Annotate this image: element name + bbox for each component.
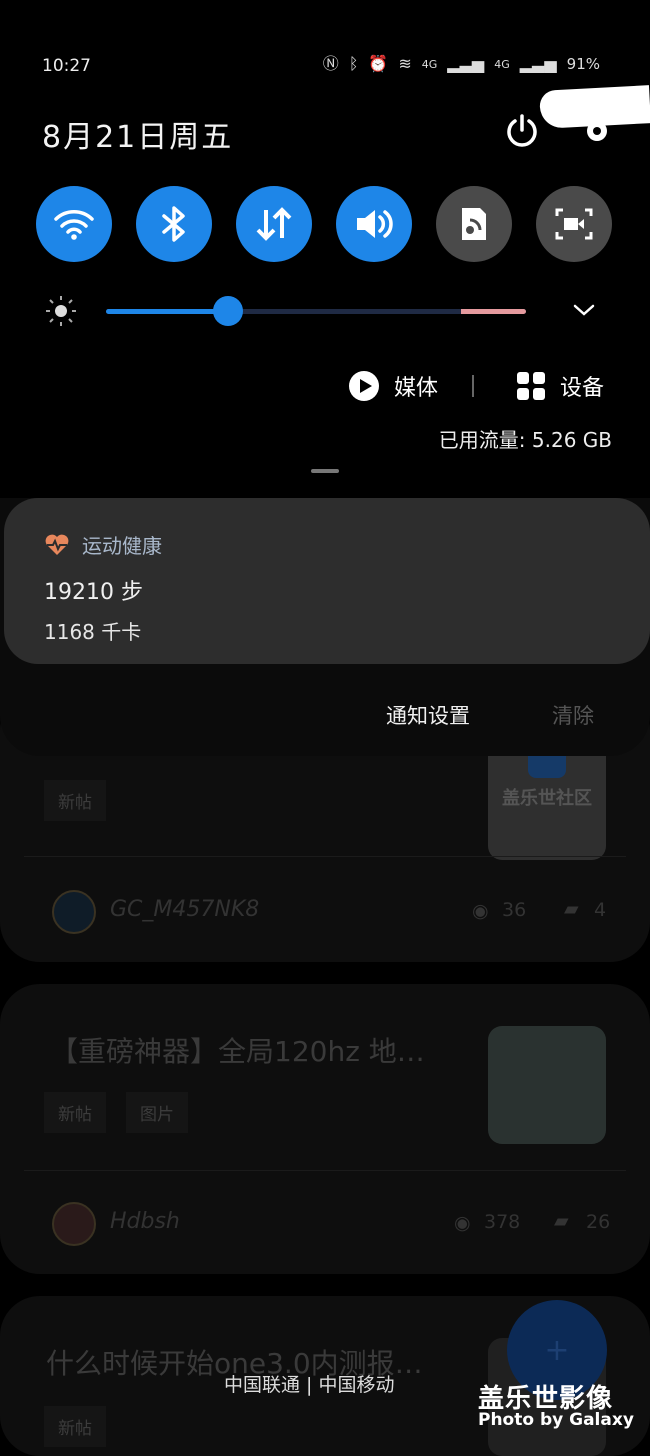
comments-icon: ▰ xyxy=(564,898,579,920)
comments-count: 26 xyxy=(586,1211,611,1233)
grid-icon xyxy=(517,372,545,400)
devices-button[interactable]: 设备 xyxy=(516,370,604,402)
tag-new-post: 新帖 xyxy=(44,1092,106,1133)
alarm-icon: ⏰ xyxy=(368,54,389,73)
divider xyxy=(24,1170,626,1171)
status-icons: Ⓝ ᛒ ⏰ ≋ 4G ▂▃▅ 4G ▂▃▅ 91% xyxy=(322,54,600,74)
play-circle-icon xyxy=(349,371,379,401)
panel-drag-handle[interactable] xyxy=(311,469,339,473)
redaction-mark xyxy=(539,85,650,129)
mobile-data-toggle[interactable] xyxy=(236,186,312,262)
feed-card-2[interactable]: 【重磅神器】全局120hz 地… 新帖 图片 Hdbsh ◉ 378 ▰ 26 xyxy=(0,984,650,1274)
bluetooth-icon xyxy=(162,206,185,242)
data-usage-text: 已用流量: 5.26 GB xyxy=(438,428,612,452)
divider xyxy=(472,375,474,397)
map-thumbnail xyxy=(488,1026,606,1144)
community-thumb-label: 盖乐世社区 xyxy=(502,788,592,809)
comments-count: 4 xyxy=(594,899,607,921)
volume-icon xyxy=(357,210,393,238)
brightness-slider-fill xyxy=(106,309,228,314)
tag-new-post: 新帖 xyxy=(44,1406,106,1447)
notification-settings-button[interactable]: 通知设置 xyxy=(386,700,470,730)
screen-capture-toggle[interactable] xyxy=(536,186,612,262)
wifi-toggle[interactable] xyxy=(36,186,112,262)
brightness-slider[interactable] xyxy=(106,309,526,314)
bluetooth-toggle[interactable] xyxy=(136,186,212,262)
battery-percent: 91% xyxy=(566,55,600,73)
clear-button[interactable]: 清除 xyxy=(552,700,594,730)
network-type-1: 4G xyxy=(421,57,438,71)
username[interactable]: GC_M457NK8 xyxy=(110,897,259,922)
avatar[interactable] xyxy=(52,1202,96,1246)
media-button[interactable]: 媒体 xyxy=(348,370,438,402)
wifi-icon xyxy=(54,210,94,240)
nfc-icon: Ⓝ xyxy=(322,54,339,73)
network-type-2: 4G xyxy=(494,57,510,71)
nfc-share-icon xyxy=(462,208,486,240)
screen-record-icon xyxy=(555,208,593,240)
community-thumbnail: 盖乐世社区 xyxy=(488,742,606,860)
power-icon[interactable] xyxy=(503,112,541,150)
username[interactable]: Hdbsh xyxy=(110,1209,180,1234)
devices-label: 设备 xyxy=(560,376,605,401)
tag-image: 图片 xyxy=(126,1092,188,1133)
carrier-label: 中国联通 | 中国移动 xyxy=(224,1374,395,1396)
media-label: 媒体 xyxy=(394,376,439,401)
bluetooth-icon: ᛒ xyxy=(348,54,359,73)
heart-pulse-icon xyxy=(45,534,69,555)
brightness-slider-high-zone xyxy=(461,309,526,314)
notification-header: 运动健康 xyxy=(44,530,162,559)
data-arrows-icon xyxy=(256,207,292,241)
status-time: 10:27 xyxy=(42,56,91,76)
avatar[interactable] xyxy=(52,890,96,934)
panel-date: 8月21日周五 xyxy=(42,120,234,155)
notification-app-name: 运动健康 xyxy=(82,534,162,558)
comments-icon: ▰ xyxy=(554,1210,569,1232)
brightness-icon xyxy=(44,294,78,328)
nfc-share-toggle[interactable] xyxy=(436,186,512,262)
views-icon: ◉ xyxy=(472,900,489,922)
divider xyxy=(24,856,626,857)
views-count: 378 xyxy=(484,1211,521,1233)
signal-icon: ▂▃▅ xyxy=(447,54,485,73)
wifi-icon: ≋ xyxy=(398,54,412,73)
tag-new-post: 新帖 xyxy=(44,780,106,821)
calories-text: 1168 千卡 xyxy=(44,620,142,644)
brightness-slider-thumb[interactable] xyxy=(212,296,243,326)
chevron-down-icon[interactable] xyxy=(572,298,596,322)
signal-icon: ▂▃▅ xyxy=(519,54,557,73)
views-count: 36 xyxy=(502,899,527,921)
views-icon: ◉ xyxy=(454,1212,471,1234)
watermark-subtitle: Photo by Galaxy xyxy=(478,1410,634,1430)
post-title[interactable]: 【重磅神器】全局120hz 地… xyxy=(50,1030,425,1070)
sound-toggle[interactable] xyxy=(336,186,412,262)
steps-text: 19210 步 xyxy=(44,580,143,605)
